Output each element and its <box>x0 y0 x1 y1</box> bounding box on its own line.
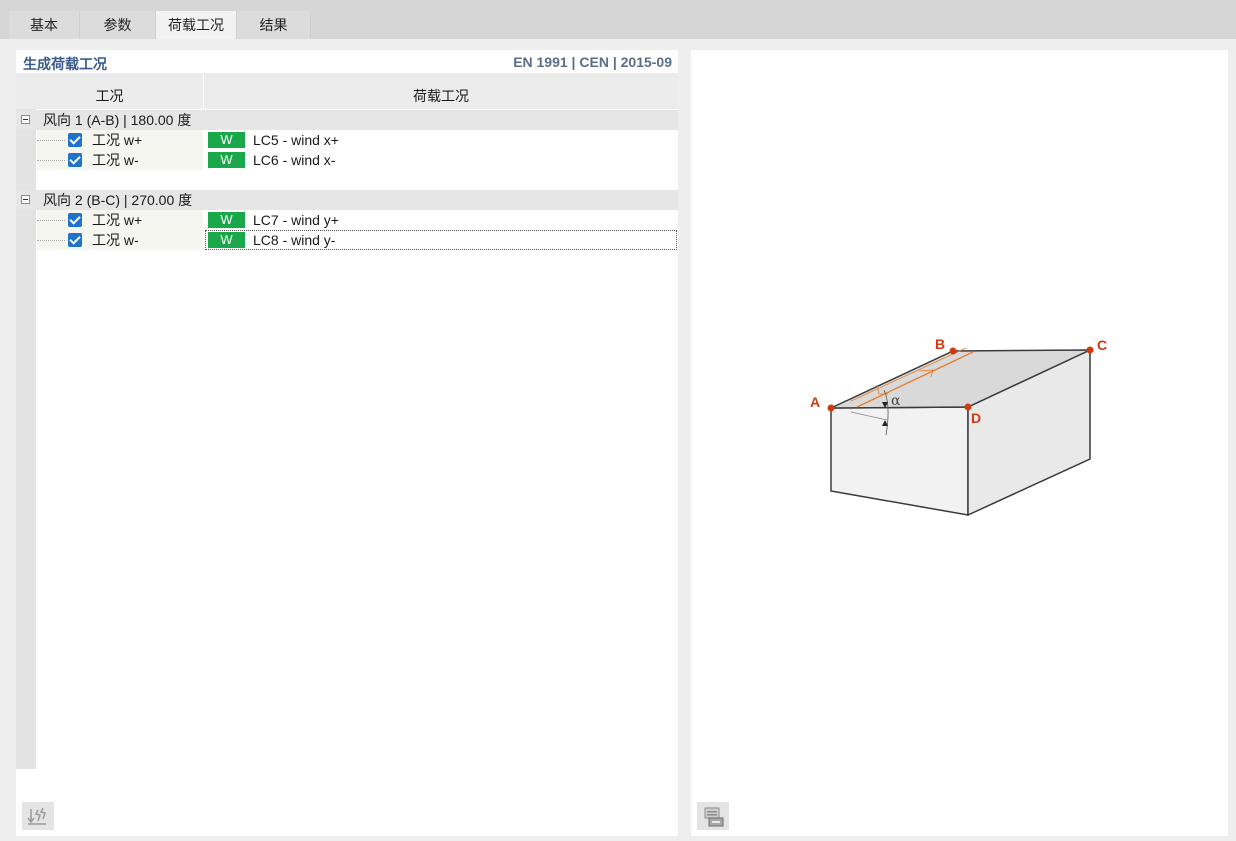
column-header-case[interactable]: 工况 <box>16 83 204 109</box>
case-cell: 工况 w+ <box>37 210 203 230</box>
wind-badge: W <box>208 132 245 148</box>
load-case-cell[interactable]: W LC6 - wind x- <box>205 150 678 170</box>
checkbox[interactable] <box>68 153 82 167</box>
group-row-direction-2[interactable]: 风向 2 (B-C) | 270.00 度 <box>16 190 678 210</box>
wind-badge: W <box>208 212 245 228</box>
table-row[interactable]: 工况 w+ W LC5 - wind x+ <box>37 130 678 150</box>
print-icon <box>704 807 724 827</box>
case-cell: 工况 w+ <box>37 130 203 150</box>
checkbox[interactable] <box>68 133 82 147</box>
point-a <box>827 404 835 412</box>
case-name: 工况 w+ <box>92 132 143 148</box>
load-case-name: LC7 - wind y+ <box>253 212 339 228</box>
collapse-icon[interactable] <box>21 115 30 124</box>
standard-label: EN 1991 | CEN | 2015-09 <box>513 54 672 70</box>
label-d: D <box>971 410 981 426</box>
case-cell: 工况 w- <box>37 150 203 170</box>
panel-title: 生成荷载工况 <box>23 56 107 72</box>
group-label: 风向 2 (B-C) | 270.00 度 <box>43 192 193 208</box>
generate-icon <box>27 807 46 825</box>
load-case-name: LC5 - wind x+ <box>253 132 339 148</box>
table-row[interactable]: 工况 w+ W LC7 - wind y+ <box>37 210 678 230</box>
tree-connector <box>37 160 65 161</box>
load-case-name: LC6 - wind x- <box>253 152 336 168</box>
print-button[interactable] <box>697 802 729 830</box>
case-name: 工况 w- <box>92 152 139 168</box>
group-label: 风向 1 (A-B) | 180.00 度 <box>43 112 192 128</box>
diagram-panel: α A B C D <box>691 50 1228 836</box>
checkbox[interactable] <box>68 213 82 227</box>
generate-button[interactable] <box>22 802 54 830</box>
point-c <box>1086 346 1094 354</box>
load-case-panel: 生成荷载工况 EN 1991 | CEN | 2015-09 工况 荷载工况 风… <box>16 50 678 836</box>
load-case-name: LC8 - wind y- <box>253 232 336 248</box>
tab-basic[interactable]: 基本 <box>9 11 80 39</box>
group-row-direction-1[interactable]: 风向 1 (A-B) | 180.00 度 <box>16 110 678 130</box>
load-case-cell-selected[interactable]: W LC8 - wind y- <box>205 230 677 250</box>
table-row[interactable]: 工况 w- W LC8 - wind y- <box>37 230 678 250</box>
label-a: A <box>810 394 820 410</box>
checkbox[interactable] <box>68 233 82 247</box>
tree-connector <box>37 240 65 241</box>
angle-label: α <box>891 393 901 409</box>
collapse-icon[interactable] <box>21 195 30 204</box>
column-header-load-case[interactable]: 荷载工况 <box>204 83 678 109</box>
tree-connector <box>37 140 65 141</box>
header-strip <box>16 73 678 83</box>
wind-badge: W <box>208 152 245 168</box>
table-row[interactable]: 工况 w- W LC6 - wind x- <box>37 150 678 170</box>
label-b: B <box>935 336 945 352</box>
load-case-cell[interactable]: W LC5 - wind x+ <box>205 130 678 150</box>
point-b <box>949 347 957 355</box>
load-case-cell[interactable]: W LC7 - wind y+ <box>205 210 678 230</box>
building-diagram: α A B C D <box>810 336 1107 517</box>
tree-connector <box>37 220 65 221</box>
case-name: 工况 w+ <box>92 212 143 228</box>
case-cell: 工况 w- <box>37 230 203 250</box>
case-name: 工况 w- <box>92 232 139 248</box>
wind-badge: W <box>208 232 245 248</box>
tab-bar: 基本 参数 荷载工况 结果 <box>0 0 1236 39</box>
front-wall <box>830 406 969 516</box>
label-c: C <box>1097 337 1107 353</box>
tab-load-cases[interactable]: 荷载工况 <box>156 11 237 39</box>
tab-results[interactable]: 结果 <box>237 11 311 39</box>
tab-parameters[interactable]: 参数 <box>80 11 156 39</box>
